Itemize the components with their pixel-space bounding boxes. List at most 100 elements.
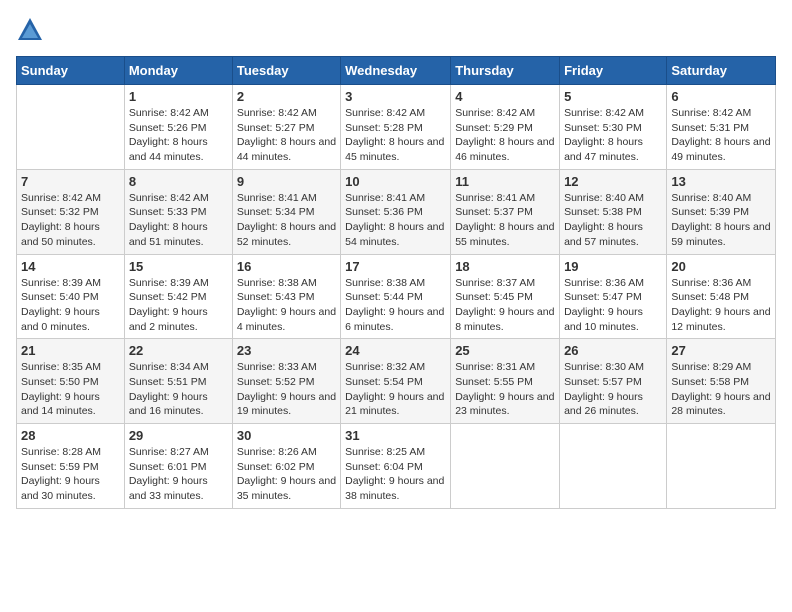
day-info: Sunrise: 8:42 AM Sunset: 5:30 PM Dayligh… xyxy=(564,106,662,165)
calendar-cell: 4 Sunrise: 8:42 AM Sunset: 5:29 PM Daylig… xyxy=(451,85,560,170)
calendar-week-3: 14 Sunrise: 8:39 AM Sunset: 5:40 PM Dayli… xyxy=(17,254,776,339)
weekday-header-tuesday: Tuesday xyxy=(232,57,340,85)
day-info: Sunrise: 8:40 AM Sunset: 5:39 PM Dayligh… xyxy=(671,191,771,250)
day-info: Sunrise: 8:42 AM Sunset: 5:27 PM Dayligh… xyxy=(237,106,336,165)
calendar-cell: 26 Sunrise: 8:30 AM Sunset: 5:57 PM Dayli… xyxy=(560,339,667,424)
calendar-cell: 11Sunrise: 8:41 AM Sunset: 5:37 PM Dayli… xyxy=(451,169,560,254)
day-info: Sunrise: 8:25 AM Sunset: 6:04 PM Dayligh… xyxy=(345,445,446,504)
day-number: 12 xyxy=(564,174,662,189)
day-number: 15 xyxy=(129,259,228,274)
calendar-week-1: 1 Sunrise: 8:42 AM Sunset: 5:26 PM Daylig… xyxy=(17,85,776,170)
calendar-cell xyxy=(17,85,125,170)
logo xyxy=(16,16,48,44)
calendar-cell: 20 Sunrise: 8:36 AM Sunset: 5:48 PM Dayli… xyxy=(667,254,776,339)
day-info: Sunrise: 8:29 AM Sunset: 5:58 PM Dayligh… xyxy=(671,360,771,419)
day-info: Sunrise: 8:38 AM Sunset: 5:44 PM Dayligh… xyxy=(345,276,446,335)
day-number: 18 xyxy=(455,259,555,274)
day-info: Sunrise: 8:42 AM Sunset: 5:29 PM Dayligh… xyxy=(455,106,555,165)
day-number: 24 xyxy=(345,343,446,358)
calendar-cell: 22 Sunrise: 8:34 AM Sunset: 5:51 PM Dayli… xyxy=(124,339,232,424)
day-number: 5 xyxy=(564,89,662,104)
day-info: Sunrise: 8:42 AM Sunset: 5:32 PM Dayligh… xyxy=(21,191,120,250)
day-info: Sunrise: 8:30 AM Sunset: 5:57 PM Dayligh… xyxy=(564,360,662,419)
day-number: 22 xyxy=(129,343,228,358)
day-info: Sunrise: 8:38 AM Sunset: 5:43 PM Dayligh… xyxy=(237,276,336,335)
day-info: Sunrise: 8:34 AM Sunset: 5:51 PM Dayligh… xyxy=(129,360,228,419)
calendar-cell: 7Sunrise: 8:42 AM Sunset: 5:32 PM Daylig… xyxy=(17,169,125,254)
day-number: 8 xyxy=(129,174,228,189)
weekday-header-row: SundayMondayTuesdayWednesdayThursdayFrid… xyxy=(17,57,776,85)
calendar-cell: 14 Sunrise: 8:39 AM Sunset: 5:40 PM Dayli… xyxy=(17,254,125,339)
calendar-cell: 8 Sunrise: 8:42 AM Sunset: 5:33 PM Daylig… xyxy=(124,169,232,254)
calendar-cell: 15 Sunrise: 8:39 AM Sunset: 5:42 PM Dayli… xyxy=(124,254,232,339)
day-info: Sunrise: 8:26 AM Sunset: 6:02 PM Dayligh… xyxy=(237,445,336,504)
day-number: 6 xyxy=(671,89,771,104)
day-info: Sunrise: 8:32 AM Sunset: 5:54 PM Dayligh… xyxy=(345,360,446,419)
day-info: Sunrise: 8:36 AM Sunset: 5:47 PM Dayligh… xyxy=(564,276,662,335)
day-info: Sunrise: 8:31 AM Sunset: 5:55 PM Dayligh… xyxy=(455,360,555,419)
day-number: 26 xyxy=(564,343,662,358)
calendar-cell: 2 Sunrise: 8:42 AM Sunset: 5:27 PM Daylig… xyxy=(232,85,340,170)
logo-icon xyxy=(16,16,44,44)
day-number: 2 xyxy=(237,89,336,104)
day-info: Sunrise: 8:42 AM Sunset: 5:33 PM Dayligh… xyxy=(129,191,228,250)
calendar-cell: 10Sunrise: 8:41 AM Sunset: 5:36 PM Dayli… xyxy=(341,169,451,254)
day-number: 1 xyxy=(129,89,228,104)
day-number: 29 xyxy=(129,428,228,443)
day-info: Sunrise: 8:37 AM Sunset: 5:45 PM Dayligh… xyxy=(455,276,555,335)
weekday-header-saturday: Saturday xyxy=(667,57,776,85)
day-number: 31 xyxy=(345,428,446,443)
calendar-cell: 17 Sunrise: 8:38 AM Sunset: 5:44 PM Dayli… xyxy=(341,254,451,339)
calendar-cell xyxy=(451,424,560,509)
calendar-cell: 31 Sunrise: 8:25 AM Sunset: 6:04 PM Dayli… xyxy=(341,424,451,509)
calendar-cell: 27 Sunrise: 8:29 AM Sunset: 5:58 PM Dayli… xyxy=(667,339,776,424)
day-number: 21 xyxy=(21,343,120,358)
calendar-week-4: 21 Sunrise: 8:35 AM Sunset: 5:50 PM Dayli… xyxy=(17,339,776,424)
calendar-cell: 28Sunrise: 8:28 AM Sunset: 5:59 PM Dayli… xyxy=(17,424,125,509)
day-number: 13 xyxy=(671,174,771,189)
day-info: Sunrise: 8:36 AM Sunset: 5:48 PM Dayligh… xyxy=(671,276,771,335)
calendar-week-5: 28Sunrise: 8:28 AM Sunset: 5:59 PM Dayli… xyxy=(17,424,776,509)
calendar-cell: 29 Sunrise: 8:27 AM Sunset: 6:01 PM Dayli… xyxy=(124,424,232,509)
weekday-header-sunday: Sunday xyxy=(17,57,125,85)
day-info: Sunrise: 8:41 AM Sunset: 5:34 PM Dayligh… xyxy=(237,191,336,250)
weekday-header-thursday: Thursday xyxy=(451,57,560,85)
day-number: 11 xyxy=(455,174,555,189)
calendar-cell: 21 Sunrise: 8:35 AM Sunset: 5:50 PM Dayli… xyxy=(17,339,125,424)
calendar-cell: 30 Sunrise: 8:26 AM Sunset: 6:02 PM Dayli… xyxy=(232,424,340,509)
calendar-cell: 5 Sunrise: 8:42 AM Sunset: 5:30 PM Daylig… xyxy=(560,85,667,170)
day-number: 4 xyxy=(455,89,555,104)
day-info: Sunrise: 8:42 AM Sunset: 5:28 PM Dayligh… xyxy=(345,106,446,165)
calendar-cell: 1 Sunrise: 8:42 AM Sunset: 5:26 PM Daylig… xyxy=(124,85,232,170)
day-number: 17 xyxy=(345,259,446,274)
day-number: 9 xyxy=(237,174,336,189)
calendar-cell: 3 Sunrise: 8:42 AM Sunset: 5:28 PM Daylig… xyxy=(341,85,451,170)
day-number: 30 xyxy=(237,428,336,443)
calendar-cell: 19 Sunrise: 8:36 AM Sunset: 5:47 PM Dayli… xyxy=(560,254,667,339)
day-info: Sunrise: 8:39 AM Sunset: 5:42 PM Dayligh… xyxy=(129,276,228,335)
day-number: 10 xyxy=(345,174,446,189)
day-number: 23 xyxy=(237,343,336,358)
day-info: Sunrise: 8:35 AM Sunset: 5:50 PM Dayligh… xyxy=(21,360,120,419)
day-info: Sunrise: 8:40 AM Sunset: 5:38 PM Dayligh… xyxy=(564,191,662,250)
calendar-cell: 6Sunrise: 8:42 AM Sunset: 5:31 PM Daylig… xyxy=(667,85,776,170)
calendar-cell: 13 Sunrise: 8:40 AM Sunset: 5:39 PM Dayli… xyxy=(667,169,776,254)
day-number: 14 xyxy=(21,259,120,274)
day-number: 3 xyxy=(345,89,446,104)
calendar-cell: 9 Sunrise: 8:41 AM Sunset: 5:34 PM Daylig… xyxy=(232,169,340,254)
weekday-header-friday: Friday xyxy=(560,57,667,85)
day-info: Sunrise: 8:39 AM Sunset: 5:40 PM Dayligh… xyxy=(21,276,120,335)
calendar-cell: 24 Sunrise: 8:32 AM Sunset: 5:54 PM Dayli… xyxy=(341,339,451,424)
day-number: 20 xyxy=(671,259,771,274)
calendar-cell: 18 Sunrise: 8:37 AM Sunset: 5:45 PM Dayli… xyxy=(451,254,560,339)
calendar-cell: 12 Sunrise: 8:40 AM Sunset: 5:38 PM Dayli… xyxy=(560,169,667,254)
calendar-cell xyxy=(560,424,667,509)
day-number: 27 xyxy=(671,343,771,358)
weekday-header-monday: Monday xyxy=(124,57,232,85)
calendar-table: SundayMondayTuesdayWednesdayThursdayFrid… xyxy=(16,56,776,509)
weekday-header-wednesday: Wednesday xyxy=(341,57,451,85)
day-info: Sunrise: 8:42 AM Sunset: 5:26 PM Dayligh… xyxy=(129,106,228,165)
day-number: 19 xyxy=(564,259,662,274)
day-info: Sunrise: 8:27 AM Sunset: 6:01 PM Dayligh… xyxy=(129,445,228,504)
day-info: Sunrise: 8:28 AM Sunset: 5:59 PM Dayligh… xyxy=(21,445,120,504)
